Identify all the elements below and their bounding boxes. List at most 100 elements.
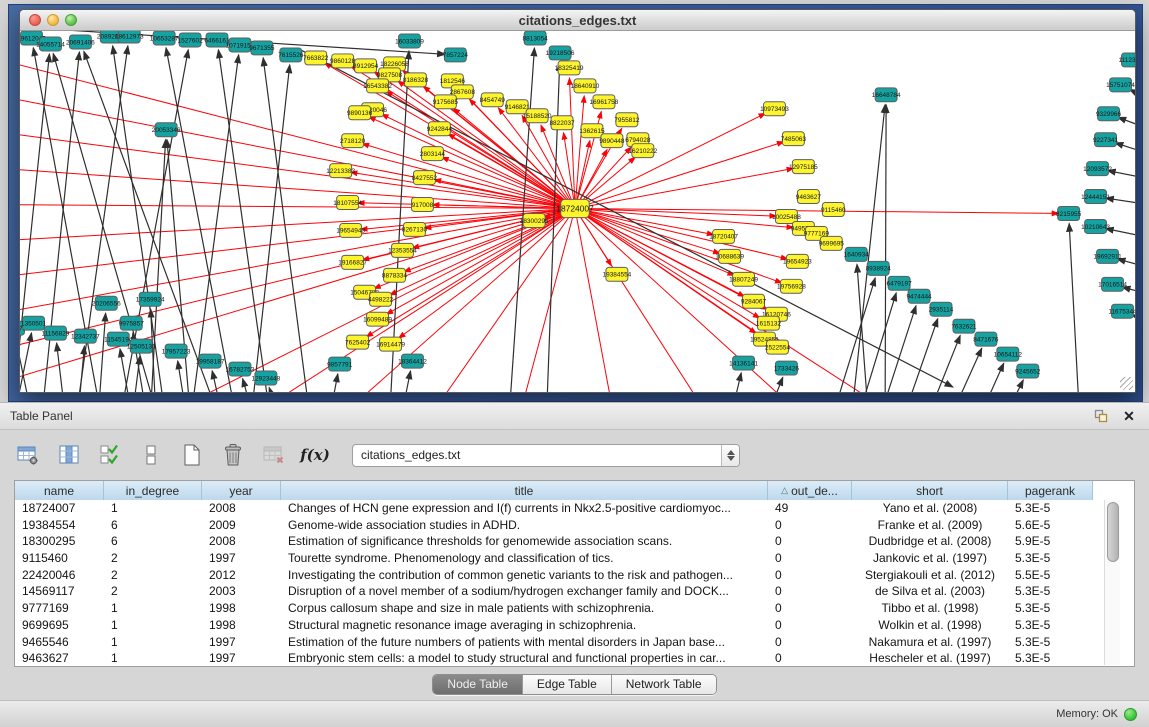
graph-node[interactable]: 4498222 bbox=[368, 292, 394, 306]
cell-name[interactable]: 22420046 bbox=[15, 567, 104, 584]
cell-in_degree[interactable]: 2 bbox=[104, 567, 202, 584]
graph-node[interactable]: 12342737 bbox=[71, 329, 100, 343]
cell-name[interactable]: 9777169 bbox=[15, 600, 104, 617]
graph-node[interactable]: 9242844 bbox=[427, 122, 453, 136]
graph-node[interactable]: 16914479 bbox=[376, 337, 405, 351]
graph-node[interactable]: 9890136 bbox=[347, 106, 373, 120]
cell-out_degree[interactable]: 49 bbox=[768, 500, 852, 517]
cell-short[interactable]: Stergiakouli et al. (2012) bbox=[852, 567, 1008, 584]
cell-title[interactable]: Changes of HCN gene expression and I(f) … bbox=[281, 500, 768, 517]
cell-name[interactable]: 18724007 bbox=[15, 500, 104, 517]
scrollbar-thumb[interactable] bbox=[1107, 502, 1119, 562]
graph-edge[interactable] bbox=[987, 363, 1004, 392]
cell-title[interactable]: Corpus callosum shape and size in male p… bbox=[281, 600, 768, 617]
column-header-title[interactable]: title bbox=[281, 481, 768, 500]
column-header-name[interactable]: name bbox=[15, 481, 104, 500]
network-selector-dropdown[interactable]: citations_edges.txt bbox=[352, 444, 740, 467]
graph-edge[interactable] bbox=[575, 209, 793, 228]
table-row[interactable]: 911546021997Tourette syndrome. Phenomeno… bbox=[15, 550, 1134, 567]
cell-year[interactable]: 2003 bbox=[202, 583, 281, 600]
cell-short[interactable]: Tibbo et al. (1998) bbox=[852, 600, 1008, 617]
graph-node[interactable]: 9474444 bbox=[906, 289, 932, 303]
graph-node[interactable]: 9329966 bbox=[1096, 107, 1122, 121]
graph-node[interactable]: 12505135 bbox=[127, 339, 156, 353]
graph-node[interactable]: 19654943 bbox=[336, 223, 365, 237]
graph-node[interactable]: 16099489 bbox=[363, 312, 392, 326]
column-header-out-degree[interactable]: △ out_de... bbox=[768, 481, 852, 500]
graph-node[interactable]: 7857224 bbox=[443, 48, 469, 62]
trash-button[interactable] bbox=[219, 441, 247, 469]
graph-edge[interactable] bbox=[885, 306, 916, 392]
graph-node[interactable]: 19384554 bbox=[603, 267, 632, 281]
cell-name[interactable]: 9463627 bbox=[15, 650, 104, 667]
cell-name[interactable]: 18300295 bbox=[15, 533, 104, 550]
graph-node[interactable]: 10653287 bbox=[150, 31, 179, 45]
network-canvas[interactable]: 1872400718300295193845541961204514055714… bbox=[20, 31, 1135, 392]
table-row[interactable]: 1830029562008Estimation of significance … bbox=[15, 533, 1134, 550]
graph-edge[interactable] bbox=[735, 373, 742, 392]
graph-edge[interactable] bbox=[575, 209, 612, 392]
graph-edge[interactable] bbox=[20, 168, 575, 209]
tab-edge-table[interactable]: Edge Table bbox=[523, 675, 612, 694]
graph-node[interactable]: 16210222 bbox=[628, 144, 657, 158]
graph-edge[interactable] bbox=[1013, 380, 1023, 392]
cell-in_degree[interactable]: 2 bbox=[104, 583, 202, 600]
graph-edge[interactable] bbox=[909, 319, 938, 392]
graph-node[interactable]: 18107554 bbox=[333, 196, 362, 210]
cell-out_degree[interactable]: 0 bbox=[768, 583, 852, 600]
column-header-year[interactable]: year bbox=[202, 481, 281, 500]
graph-node[interactable]: 18300295 bbox=[520, 213, 549, 227]
cell-in_degree[interactable]: 2 bbox=[104, 550, 202, 567]
graph-node[interactable]: 19218506 bbox=[546, 46, 575, 60]
cell-short[interactable]: de Silva et al. (2003) bbox=[852, 583, 1008, 600]
cell-pagerank[interactable]: 5.3E-5 bbox=[1008, 600, 1093, 617]
graph-node[interactable]: 8454749 bbox=[480, 93, 506, 107]
resize-grip-icon[interactable] bbox=[1120, 377, 1133, 390]
graph-node[interactable]: 20053346 bbox=[152, 123, 181, 137]
graph-node[interactable]: 9975857 bbox=[119, 316, 145, 330]
graph-node[interactable]: 8186328 bbox=[403, 73, 429, 87]
cell-out_degree[interactable]: 0 bbox=[768, 533, 852, 550]
table-row[interactable]: 1456911722003Disruption of a novel membe… bbox=[15, 583, 1134, 600]
cell-title[interactable]: Estimation of significance thresholds fo… bbox=[281, 533, 768, 550]
graph-edge[interactable] bbox=[404, 371, 410, 392]
tab-node-table[interactable]: Node Table bbox=[433, 675, 523, 694]
graph-node[interactable]: 1615132 bbox=[756, 316, 782, 330]
graph-node[interactable]: 9284067 bbox=[741, 294, 767, 308]
cell-title[interactable]: Tourette syndrome. Phenomenology and cla… bbox=[281, 550, 768, 567]
graph-node[interactable]: 7632621 bbox=[951, 319, 977, 333]
cell-title[interactable]: Embryonic stem cells: a model to study s… bbox=[281, 650, 768, 667]
close-panel-button[interactable]: ✕ bbox=[1119, 407, 1139, 425]
graph-node[interactable]: 8813054 bbox=[523, 31, 549, 45]
cell-out_degree[interactable]: 0 bbox=[768, 617, 852, 634]
graph-node[interactable]: 19756928 bbox=[777, 279, 806, 293]
graph-node[interactable]: 18720407 bbox=[709, 229, 738, 243]
graph-node[interactable]: 14136141 bbox=[729, 356, 758, 370]
table-row[interactable]: 977716911998Corpus callosum shape and si… bbox=[15, 600, 1134, 617]
cell-year[interactable]: 2012 bbox=[202, 567, 281, 584]
graph-edge[interactable] bbox=[20, 209, 575, 353]
graph-node[interactable]: 12923448 bbox=[251, 371, 280, 385]
graph-edge[interactable] bbox=[1118, 117, 1135, 128]
graph-edge[interactable] bbox=[20, 333, 32, 392]
checklist-button[interactable] bbox=[96, 441, 124, 469]
graph-node[interactable]: 19958187 bbox=[196, 354, 225, 368]
graph-node[interactable]: 14055714 bbox=[36, 37, 65, 51]
cell-short[interactable]: Hescheler et al. (1997) bbox=[852, 650, 1008, 667]
column-header-short[interactable]: short bbox=[852, 481, 1008, 500]
cell-year[interactable]: 1997 bbox=[202, 650, 281, 667]
graph-node[interactable]: 8267130 bbox=[402, 222, 428, 236]
graph-edge[interactable] bbox=[958, 348, 982, 392]
graph-node[interactable]: 10688639 bbox=[715, 249, 744, 263]
graph-node[interactable]: 8427552 bbox=[412, 171, 438, 185]
graph-edge[interactable] bbox=[1115, 143, 1135, 154]
graph-node[interactable]: 19654923 bbox=[783, 254, 812, 268]
cell-title[interactable]: Estimation of the future numbers of pati… bbox=[281, 634, 768, 651]
graph-node[interactable]: 11123044 bbox=[1119, 53, 1135, 67]
graph-edge[interactable] bbox=[57, 343, 64, 392]
graph-node[interactable]: 17016514 bbox=[1098, 277, 1127, 291]
graph-node[interactable]: 19692911 bbox=[1093, 249, 1122, 263]
cell-out_degree[interactable]: 0 bbox=[768, 634, 852, 651]
cell-short[interactable]: Dudbridge et al. (2008) bbox=[852, 533, 1008, 550]
graph-node[interactable]: 16961758 bbox=[590, 95, 619, 109]
